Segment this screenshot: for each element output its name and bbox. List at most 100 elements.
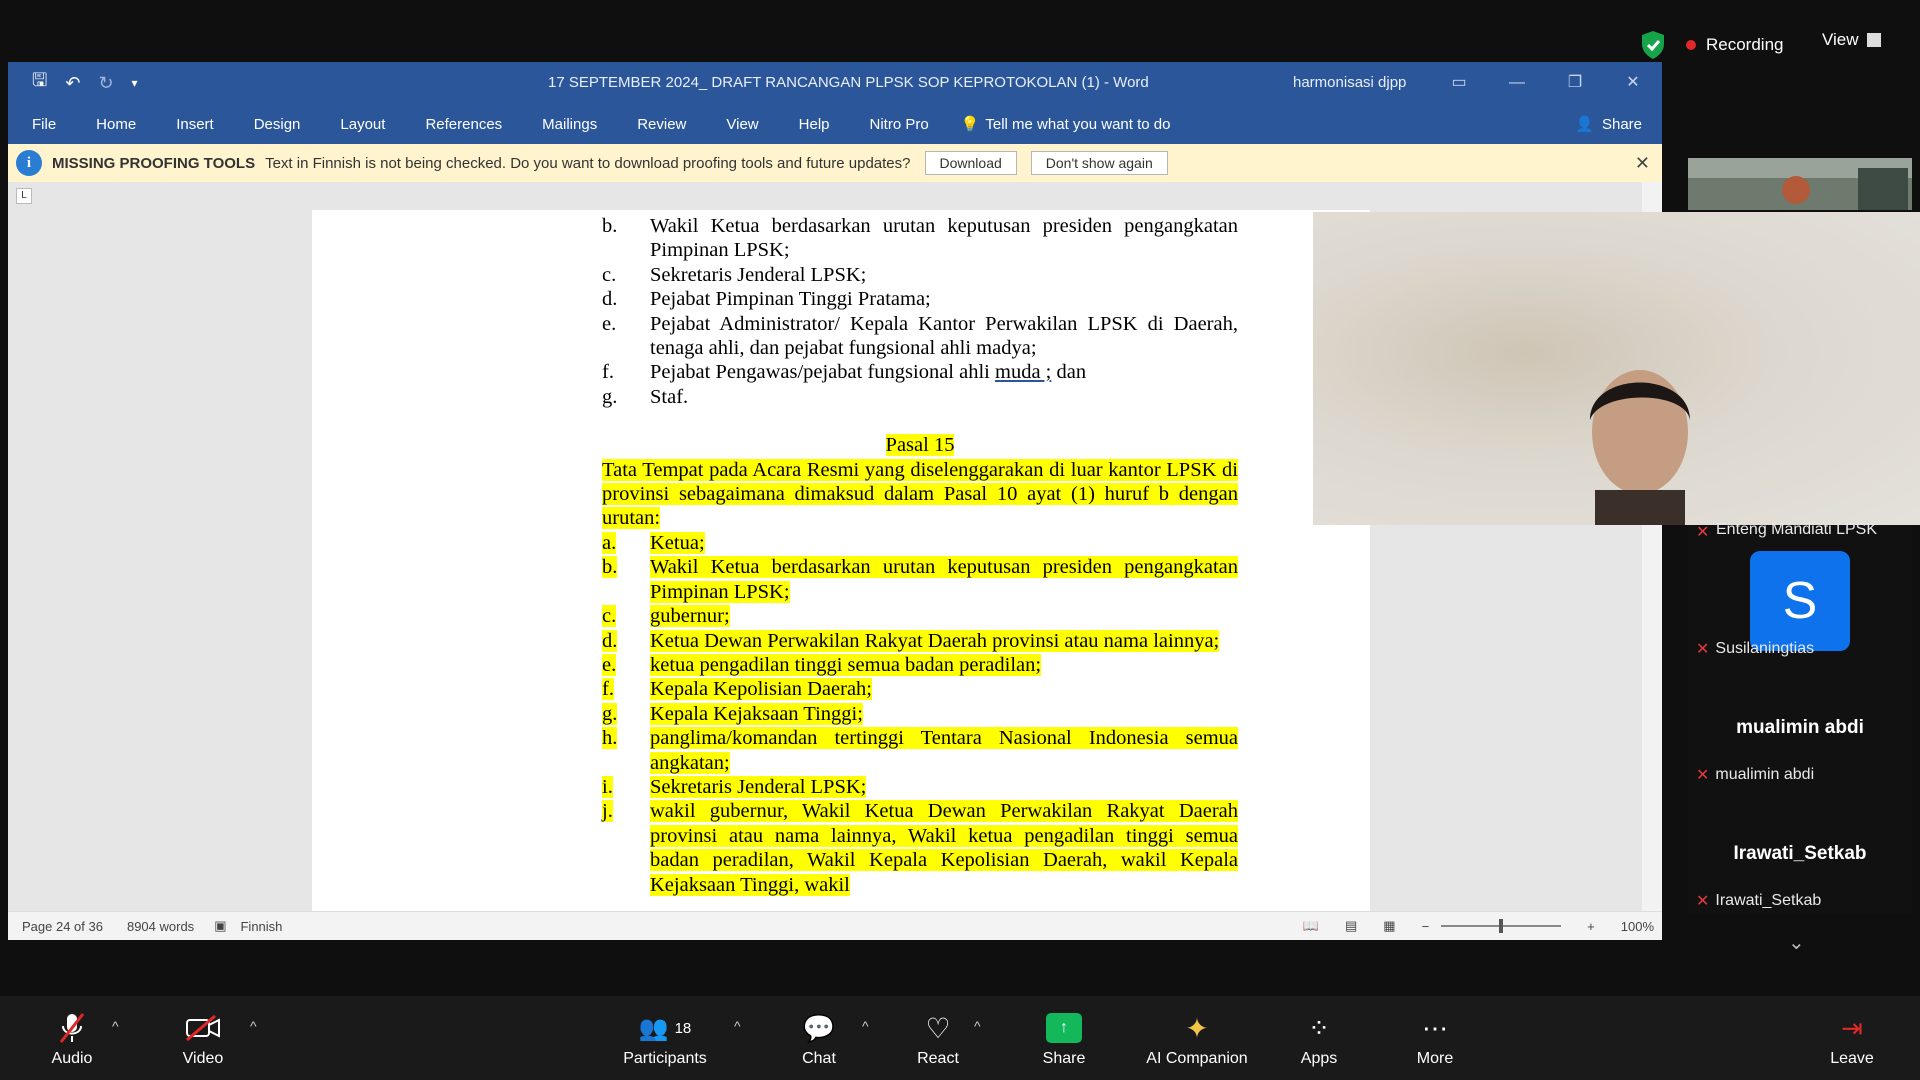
status-bar: Page 24 of 36 8904 words ▣ Finnish 📖 ▤ ▦…: [8, 911, 1662, 940]
ribbon-tabs: File Home Insert Design Layout Reference…: [8, 104, 1662, 144]
document-page[interactable]: b. Wakil Ketua berdasarkan urutan keputus…: [312, 210, 1370, 912]
document-title: 17 SEPTEMBER 2024_ DRAFT RANCANGAN PLPSK…: [548, 74, 1149, 91]
participant-display-name[interactable]: mualimin abdi: [1688, 717, 1912, 739]
recording-dot-icon: [1686, 40, 1696, 50]
share-screen-button[interactable]: ↑ Share: [1009, 1010, 1119, 1068]
tab-layout[interactable]: Layout: [340, 116, 403, 133]
mic-muted-icon: ✕: [1696, 641, 1710, 658]
ai-companion-button[interactable]: ✦ AI Companion: [1142, 1010, 1252, 1068]
tab-home[interactable]: Home: [96, 116, 154, 133]
participant-label: ✕ mualimin abdi: [1696, 766, 1815, 784]
dont-show-again-button[interactable]: Don't show again: [1030, 151, 1168, 175]
participants-button[interactable]: 👥 18 Participants: [610, 1010, 720, 1068]
gallery-scroll-down-icon[interactable]: ⌄: [1788, 930, 1805, 955]
audio-options-caret[interactable]: ^: [112, 1018, 119, 1034]
list-item: f. Pejabat Pengawas/pejabat fungsional ah…: [602, 361, 1087, 384]
participant-label: ✕ Susilaningtias: [1696, 640, 1815, 658]
tell-me-search[interactable]: 💡 Tell me what you want to do: [960, 115, 1171, 134]
close-message-icon[interactable]: ✕: [1635, 153, 1650, 174]
heart-icon: ♡: [925, 1012, 951, 1044]
tab-review[interactable]: Review: [637, 116, 704, 133]
video-options-caret[interactable]: ^: [250, 1018, 257, 1034]
audio-button[interactable]: Audio: [17, 1010, 127, 1068]
tab-help[interactable]: Help: [799, 116, 848, 133]
chat-button[interactable]: 💬 Chat: [764, 1010, 874, 1068]
mic-muted-icon: ✕: [1696, 893, 1710, 910]
list-item: e. Pejabat Administrator/ Kepala Kantor P…: [602, 312, 1238, 360]
person-icon: 👤: [1575, 116, 1594, 133]
participant-display-name[interactable]: Irawati_Setkab: [1688, 843, 1912, 865]
participant-label: ✕ Irawati_Setkab: [1696, 892, 1822, 910]
tab-nitro-pro[interactable]: Nitro Pro: [870, 116, 947, 133]
chat-options-caret[interactable]: ^: [862, 1018, 869, 1034]
participant-label: ✕ Enteng Mandiati LPSK: [1696, 521, 1877, 541]
more-icon: ⋯: [1422, 1012, 1448, 1043]
maximize-icon[interactable]: ❐: [1546, 62, 1604, 104]
list-item: b. Wakil Ketua berdasarkan urutan keputus…: [602, 556, 1238, 603]
signed-in-user[interactable]: harmonisasi djpp: [1293, 74, 1406, 91]
share-button[interactable]: 👤 Share: [1575, 115, 1642, 134]
title-bar: 🖫 ↶ ↻ ▾ 17 SEPTEMBER 2024_ DRAFT RANCANG…: [8, 62, 1662, 104]
word-count[interactable]: 8904 words: [127, 919, 194, 934]
leave-icon: ⇥: [1841, 1012, 1863, 1043]
tab-design[interactable]: Design: [254, 116, 319, 133]
window-controls: ▭ — ❐ ✕: [1430, 62, 1662, 104]
more-button[interactable]: ⋯ More: [1380, 1010, 1490, 1068]
active-speaker-video[interactable]: [1313, 212, 1920, 525]
message-text: Text in Finnish is not being checked. Do…: [265, 154, 911, 172]
save-icon[interactable]: 🖫: [32, 68, 47, 98]
message-bar: i MISSING PROOFING TOOLS Text in Finnish…: [8, 144, 1662, 183]
view-grid-icon: [1866, 33, 1885, 47]
list-item: h. panglima/komandan tertinggi Tentara Na…: [602, 727, 1238, 774]
customize-qat-icon[interactable]: ▾: [132, 76, 138, 90]
video-scene-icon: [1688, 158, 1912, 210]
apps-button[interactable]: ⁘ Apps: [1264, 1010, 1374, 1068]
zoom-out-icon[interactable]: −: [1422, 919, 1430, 934]
close-icon[interactable]: ✕: [1604, 62, 1662, 104]
apps-icon: ⁘: [1308, 1012, 1330, 1043]
meeting-toolbar: Audio ^ Video ^ 👥 18 Participants ^ 💬 Cha…: [0, 996, 1920, 1080]
video-off-icon: [186, 1014, 220, 1042]
list-item: d. Pejabat Pimpinan Tinggi Pratama;: [602, 288, 931, 311]
ribbon-display-icon[interactable]: ▭: [1430, 62, 1488, 104]
react-options-caret[interactable]: ^: [974, 1018, 981, 1034]
pasal-heading: Pasal 15: [885, 434, 955, 457]
read-mode-icon[interactable]: 📖: [1303, 918, 1319, 934]
list-item: i. Sekretaris Jenderal LPSK;: [602, 775, 867, 798]
web-layout-icon[interactable]: ▦: [1383, 918, 1395, 934]
tab-view[interactable]: View: [726, 116, 776, 133]
page-count[interactable]: Page 24 of 36: [22, 919, 103, 934]
list-item: e. ketua pengadilan tinggi semua badan pe…: [602, 653, 1042, 676]
tab-references[interactable]: References: [425, 116, 520, 133]
document-body[interactable]: b. Wakil Ketua berdasarkan urutan keputus…: [602, 214, 1238, 897]
pasal-intro: Tata Tempat pada Acara Resmi yang disele…: [602, 458, 1238, 530]
zoom-level[interactable]: 100%: [1621, 919, 1654, 934]
minimize-icon[interactable]: —: [1488, 62, 1546, 104]
proofing-icon[interactable]: ▣: [214, 918, 226, 934]
tab-file[interactable]: File: [32, 116, 74, 133]
participants-options-caret[interactable]: ^: [734, 1018, 741, 1034]
leave-button[interactable]: ⇥ Leave: [1797, 1010, 1907, 1068]
download-button[interactable]: Download: [924, 151, 1017, 175]
print-layout-icon[interactable]: ▤: [1345, 918, 1357, 934]
participants-icon: 👥: [638, 1014, 669, 1042]
avatar[interactable]: S: [1750, 551, 1850, 651]
zoom-in-icon[interactable]: +: [1587, 919, 1595, 934]
message-title: MISSING PROOFING TOOLS: [52, 154, 256, 172]
tab-selector-icon[interactable]: L: [16, 188, 32, 204]
view-button[interactable]: View: [1822, 30, 1885, 50]
language-indicator[interactable]: Finnish: [240, 919, 282, 934]
redo-icon[interactable]: ↻: [98, 73, 113, 94]
tab-mailings[interactable]: Mailings: [542, 116, 615, 133]
tab-insert[interactable]: Insert: [176, 116, 232, 133]
list-item: d. Ketua Dewan Perwakilan Rakyat Daerah p…: [602, 629, 1220, 652]
share-label: Share: [1601, 115, 1642, 133]
video-button[interactable]: Video: [148, 1010, 258, 1068]
participant-count: 18: [674, 1019, 692, 1037]
undo-icon[interactable]: ↶: [65, 73, 80, 94]
list-item: c. gubernur;: [602, 605, 730, 628]
recording-indicator[interactable]: Recording: [1640, 30, 1784, 60]
zoom-slider[interactable]: [1441, 919, 1562, 933]
lightbulb-icon: 💡: [960, 116, 980, 133]
participant-video-thumbnail[interactable]: [1688, 158, 1912, 210]
